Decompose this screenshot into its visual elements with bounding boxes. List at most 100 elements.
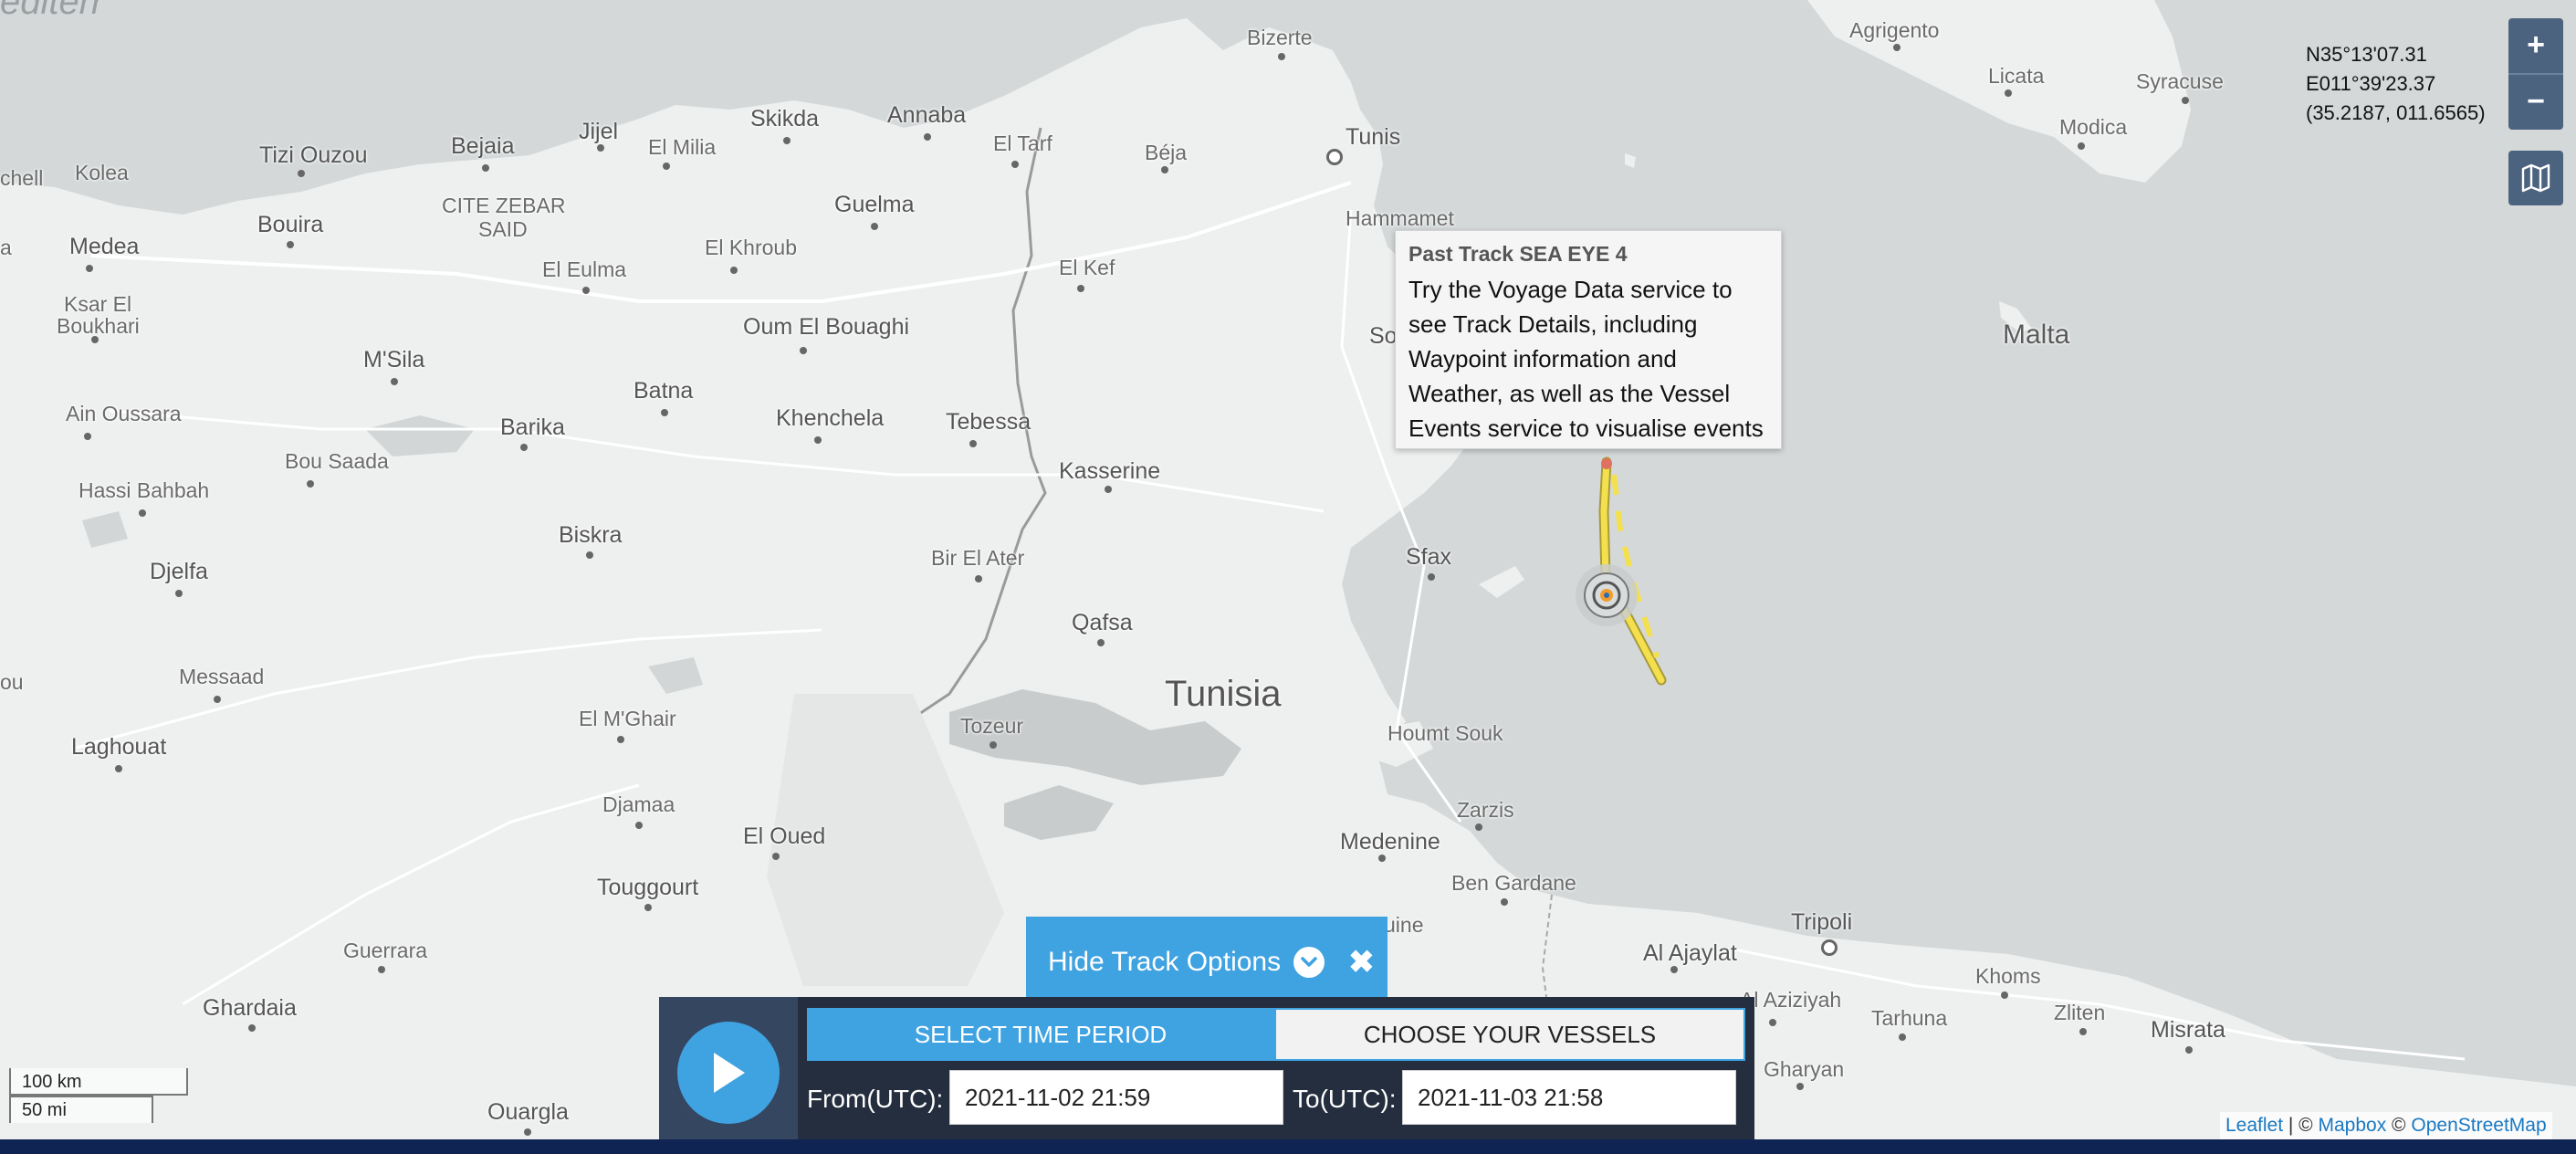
place-marker-guerrara bbox=[378, 966, 385, 973]
play-column bbox=[659, 997, 798, 1139]
zoom-out-button[interactable]: − bbox=[2508, 73, 2563, 130]
place-label-bejaia: Bejaia bbox=[451, 133, 515, 159]
place-label-al-aziziyah: Al Aziziyah bbox=[1740, 988, 1842, 1012]
place-marker-ain-oussara bbox=[84, 433, 91, 440]
to-date-input[interactable]: 2021-11-03 21:58 bbox=[1402, 1070, 1736, 1125]
place-label-medea: Medea bbox=[69, 234, 140, 259]
place-label-so: So bbox=[1369, 323, 1398, 349]
place-marker-guelma bbox=[871, 223, 878, 230]
place-marker-laghouat bbox=[115, 765, 122, 772]
place-marker-el-khroub bbox=[730, 267, 738, 274]
place-marker-batna bbox=[661, 409, 668, 416]
place-label-ksar-el-boukhari-2: Boukhari bbox=[57, 314, 140, 338]
place-label-jijel: Jijel bbox=[579, 119, 619, 144]
place-marker-khenchela bbox=[814, 436, 822, 444]
place-marker-bou-saada bbox=[307, 480, 314, 488]
place-label-djelfa: Djelfa bbox=[150, 559, 208, 584]
place-marker-kasserine bbox=[1105, 486, 1112, 493]
map-attribution: Leaflet | © Mapbox © OpenStreetMap bbox=[2220, 1112, 2552, 1139]
place-label-ksar-el-boukhari-1: Ksar El bbox=[64, 292, 132, 316]
place-label-biskra: Biskra bbox=[559, 522, 623, 548]
place-marker-barika bbox=[520, 444, 528, 451]
place-label-khenchela: Khenchela bbox=[776, 405, 885, 431]
play-button[interactable] bbox=[677, 1022, 780, 1124]
place-marker-el-tarf bbox=[1011, 161, 1019, 168]
footer-bar bbox=[0, 1139, 2576, 1154]
layers-button[interactable] bbox=[2508, 151, 2563, 205]
place-marker-el-mghair bbox=[617, 736, 624, 743]
track-popup: Past Track SEA EYE 4 Try the Voyage Data… bbox=[1395, 230, 1782, 449]
place-label-zarzis: Zarzis bbox=[1457, 798, 1514, 822]
place-marker-el-kef bbox=[1077, 285, 1084, 292]
place-marker-oum-el-bouaghi bbox=[800, 347, 807, 354]
place-marker-ksar-el-boukhari-2 bbox=[91, 336, 99, 343]
tab-select-time-period[interactable]: SELECT TIME PERIOD bbox=[807, 1008, 1274, 1061]
place-label-el-mghair: El M'Ghair bbox=[579, 707, 676, 730]
place-marker-agrigento bbox=[1893, 44, 1901, 51]
place-marker-al-aziziyah bbox=[1769, 1019, 1776, 1026]
place-label-tizi-ouzou: Tizi Ouzou bbox=[259, 142, 368, 168]
place-marker-tripoli bbox=[1821, 939, 1838, 956]
place-label-ou: ou bbox=[0, 670, 24, 694]
place-marker-tebessa bbox=[969, 440, 977, 447]
place-label-syracuse: Syracuse bbox=[2136, 69, 2224, 93]
longitude-text: E011°39'23.37 bbox=[2306, 72, 2436, 95]
place-label-said: SAID bbox=[478, 217, 528, 241]
place-marker-bir-el-ater bbox=[975, 575, 982, 582]
place-label-ghardaia: Ghardaia bbox=[203, 995, 297, 1021]
place-marker-zliten bbox=[2079, 1028, 2087, 1035]
chevron-down-icon bbox=[1293, 947, 1325, 978]
island-label-malta: Malta bbox=[2003, 320, 2070, 350]
place-label-ben-gardane: Ben Gardane bbox=[1451, 871, 1576, 895]
place-label-kolea: Kolea bbox=[75, 161, 129, 184]
latitude-text: N35°13'07.31 bbox=[2306, 43, 2427, 66]
place-label-messaad: Messaad bbox=[179, 665, 265, 688]
place-label-al-ajaylat: Al Ajaylat bbox=[1643, 940, 1737, 966]
place-label-modica: Modica bbox=[2059, 115, 2128, 139]
place-marker-medenine bbox=[1378, 855, 1386, 862]
close-track-options-button[interactable]: ✖ bbox=[1348, 944, 1375, 981]
place-label-djamaa: Djamaa bbox=[602, 792, 675, 816]
to-label: To(UTC): bbox=[1293, 1085, 1397, 1113]
leaflet-link[interactable]: Leaflet bbox=[2225, 1115, 2283, 1136]
attribution-separator-2: © bbox=[2386, 1115, 2412, 1136]
from-label: From(UTC): bbox=[807, 1085, 944, 1113]
place-label-ain-oussara: Ain Oussara bbox=[66, 402, 182, 425]
tab-choose-your-vessels[interactable]: CHOOSE YOUR VESSELS bbox=[1274, 1008, 1745, 1061]
place-label-a: a bbox=[0, 236, 12, 259]
place-label-agrigento: Agrigento bbox=[1849, 18, 1940, 42]
place-label-el-kef: El Kef bbox=[1059, 256, 1115, 279]
place-label-medenine: Medenine bbox=[1340, 829, 1440, 855]
place-label-sfax: Sfax bbox=[1406, 544, 1452, 570]
mapbox-link[interactable]: Mapbox bbox=[2319, 1115, 2387, 1136]
from-date-input[interactable]: 2021-11-02 21:59 bbox=[949, 1070, 1283, 1125]
place-label-barika: Barika bbox=[500, 414, 565, 440]
place-label-bir-el-ater: Bir El Ater bbox=[931, 546, 1025, 570]
place-marker-tarhuna bbox=[1899, 1033, 1906, 1041]
place-label-laghouat: Laghouat bbox=[71, 734, 167, 760]
place-label-tebessa: Tebessa bbox=[946, 409, 1031, 435]
place-marker-ben-gardane bbox=[1501, 898, 1508, 906]
place-label-kasserine: Kasserine bbox=[1059, 458, 1161, 484]
zoom-in-button[interactable]: + bbox=[2508, 18, 2563, 73]
place-label-el-oued: El Oued bbox=[743, 824, 826, 849]
place-label-tripoli: Tripoli bbox=[1791, 909, 1853, 935]
hide-track-options-tab[interactable]: Hide Track Options ✖ bbox=[1026, 917, 1387, 1008]
place-label-misrata: Misrata bbox=[2151, 1017, 2225, 1043]
place-label-gharyan: Gharyan bbox=[1764, 1057, 1845, 1081]
place-marker-el-milia bbox=[663, 163, 670, 170]
place-marker-medea bbox=[86, 265, 93, 272]
place-marker-misrata bbox=[2185, 1046, 2193, 1054]
sea-label: editerr bbox=[0, 0, 104, 22]
place-label-batna: Batna bbox=[634, 378, 694, 404]
place-label-msila: M'Sila bbox=[363, 347, 425, 372]
place-label-el-eulma: El Eulma bbox=[542, 257, 627, 281]
place-label-skikda: Skikda bbox=[750, 106, 820, 131]
place-label-cite-zebar: CITE ZEBAR bbox=[442, 194, 566, 217]
place-label-oum-el-bouaghi: Oum El Bouaghi bbox=[743, 314, 910, 340]
place-marker-messaad bbox=[214, 696, 221, 703]
place-marker-jijel bbox=[597, 144, 604, 152]
place-marker-khoms bbox=[2001, 991, 2008, 999]
place-marker-el-oued bbox=[772, 853, 780, 860]
openstreetmap-link[interactable]: OpenStreetMap bbox=[2411, 1115, 2546, 1136]
